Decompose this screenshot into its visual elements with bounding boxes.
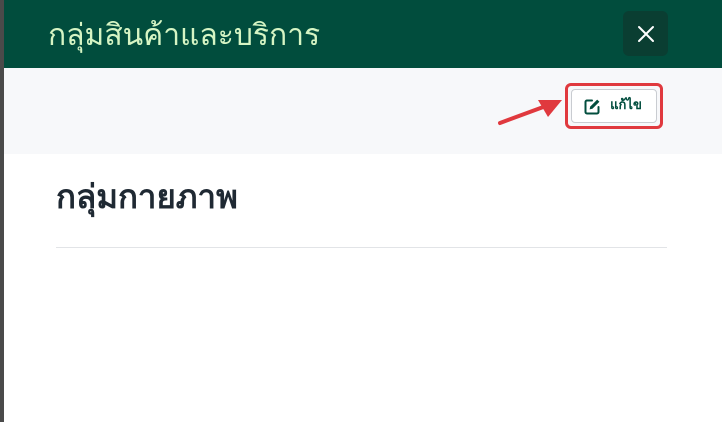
toolbar: แก้ไข [4, 68, 722, 154]
modal-header: กลุ่มสินค้าและบริการ [4, 0, 722, 68]
modal-title: กลุ่มสินค้าและบริการ [48, 18, 321, 53]
edit-button[interactable]: แก้ไข [571, 89, 657, 123]
group-name-heading: กลุ่มกายภาพ [56, 177, 238, 216]
divider [56, 247, 667, 248]
edit-icon [584, 98, 601, 115]
close-icon [637, 25, 655, 43]
annotation-arrow-icon [494, 97, 564, 131]
close-button[interactable] [623, 11, 668, 56]
edit-button-label: แก้ไข [610, 98, 642, 113]
modal-dialog: กลุ่มสินค้าและบริการ แก้ไข กลุ่มกายภาพ [0, 0, 722, 422]
